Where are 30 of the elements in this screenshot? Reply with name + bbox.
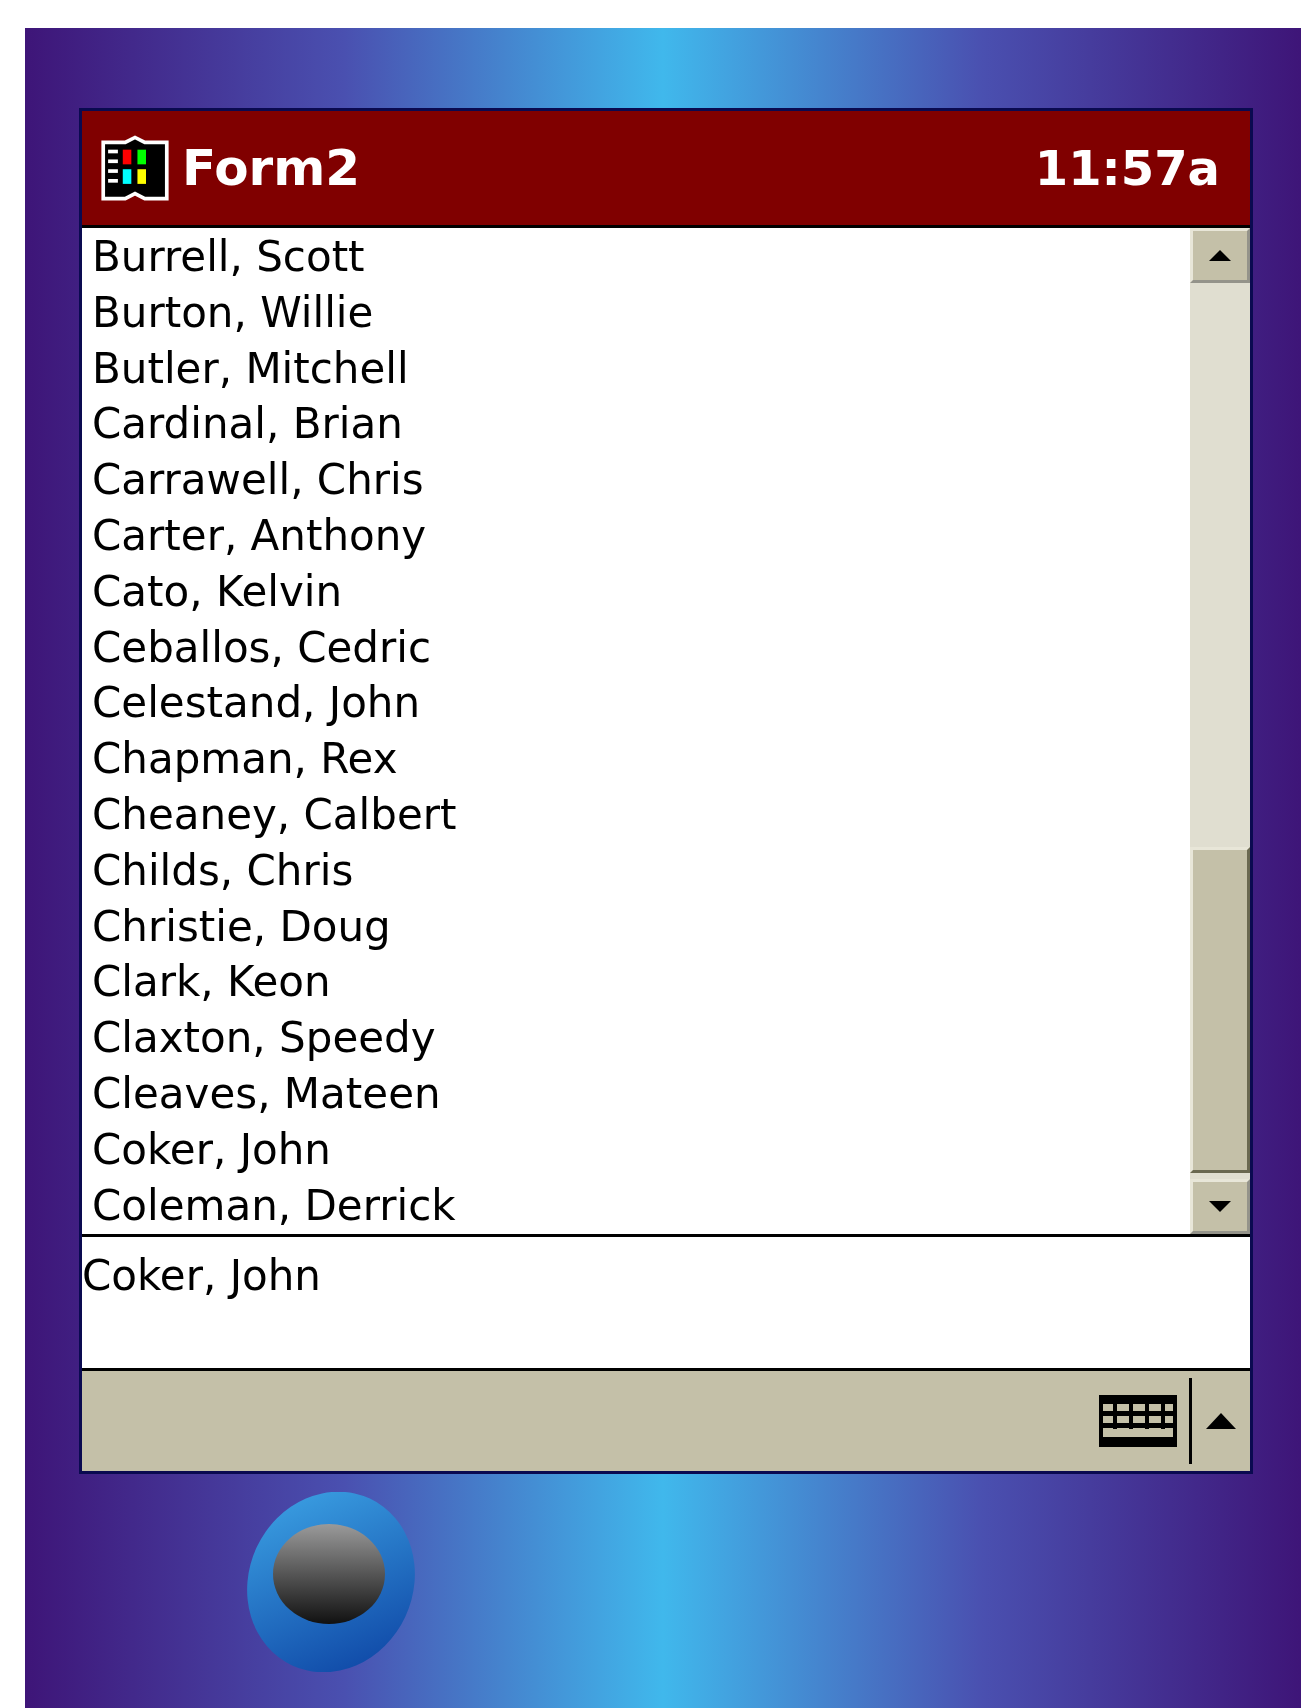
list-item[interactable]: Childs, Chris	[92, 845, 1190, 902]
list-item[interactable]: Cheaney, Calbert	[92, 789, 1190, 846]
list-item[interactable]: Burrell, Scott	[92, 232, 1190, 288]
scroll-up-button[interactable]	[1190, 228, 1250, 283]
list-item[interactable]: Clark, Keon	[92, 957, 1190, 1014]
list-item[interactable]: Cato, Kelvin	[92, 566, 1190, 623]
list-item[interactable]: Carrawell, Chris	[92, 455, 1190, 511]
list-item[interactable]: Celestand, John	[92, 678, 1190, 735]
window-title: Form2	[182, 139, 361, 197]
list-item[interactable]: Claxton, Speedy	[92, 1013, 1190, 1069]
text-box[interactable]: Coker, John	[82, 1237, 1250, 1371]
keyboard-icon[interactable]	[1099, 1395, 1177, 1447]
up-arrow-icon	[1209, 250, 1231, 261]
list-item[interactable]: Coker, John	[92, 1124, 1190, 1181]
caret-up-icon[interactable]	[1206, 1413, 1236, 1429]
list-item[interactable]: Christie, Doug	[92, 901, 1190, 958]
list-item[interactable]: Chapman, Rex	[92, 734, 1190, 790]
list-item[interactable]: Burton, Willie	[92, 287, 1190, 344]
list-item[interactable]: Butler, Mitchell	[92, 343, 1190, 400]
list-item[interactable]: Coleman, Derrick	[92, 1180, 1190, 1234]
windows-flag-icon	[98, 135, 172, 201]
scroll-down-button[interactable]	[1190, 1179, 1250, 1234]
down-arrow-icon	[1209, 1201, 1231, 1212]
list-item[interactable]: Ceballos, Cedric	[92, 622, 1190, 679]
scroll-thumb[interactable]	[1190, 847, 1250, 1173]
clock[interactable]: 11:57a	[1034, 140, 1220, 196]
list-item[interactable]: Cleaves, Mateen	[92, 1068, 1190, 1125]
list-item[interactable]: Carter, Anthony	[92, 511, 1190, 567]
list-item[interactable]: Cardinal, Brian	[92, 399, 1190, 456]
scroll-bar[interactable]	[1190, 228, 1250, 1234]
